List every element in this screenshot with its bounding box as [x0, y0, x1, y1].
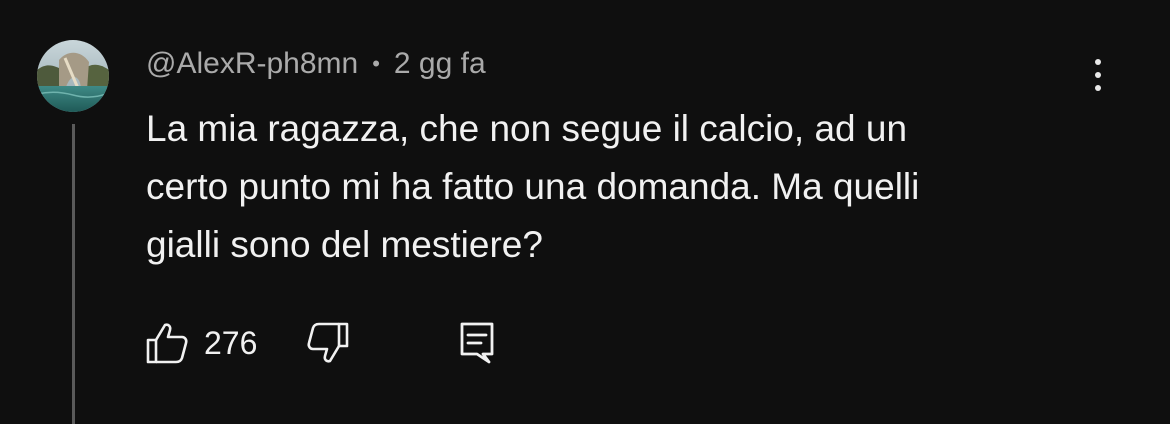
header-separator: •	[372, 51, 380, 76]
comment-text-line: certo punto mi ha fatto una domanda. Ma …	[146, 166, 920, 207]
author-name[interactable]: @AlexR-ph8mn	[146, 47, 358, 81]
comment-header: @AlexR-ph8mn • 2 gg fa	[146, 44, 486, 84]
thumbs-down-icon	[307, 322, 349, 363]
avatar-image	[37, 40, 109, 112]
like-count: 276	[204, 324, 258, 361]
reply-comment-icon	[460, 322, 494, 364]
comment-actions: 276	[144, 318, 497, 368]
comment-text-line: gialli sono del mestiere?	[146, 224, 543, 265]
thumbs-up-icon	[146, 323, 188, 364]
avatar[interactable]	[37, 40, 109, 112]
like-button[interactable]	[144, 320, 190, 366]
comment-text: La mia ragazza, che non segue il calcio,…	[146, 100, 1106, 274]
more-vertical-icon	[1095, 59, 1101, 65]
thread-line	[72, 124, 75, 424]
reply-button[interactable]	[457, 320, 497, 366]
dislike-button[interactable]	[305, 320, 351, 366]
more-options-button[interactable]	[1082, 50, 1114, 100]
comment-text-line: La mia ragazza, che non segue il calcio,…	[146, 108, 908, 149]
comment-timestamp[interactable]: 2 gg fa	[394, 47, 486, 81]
